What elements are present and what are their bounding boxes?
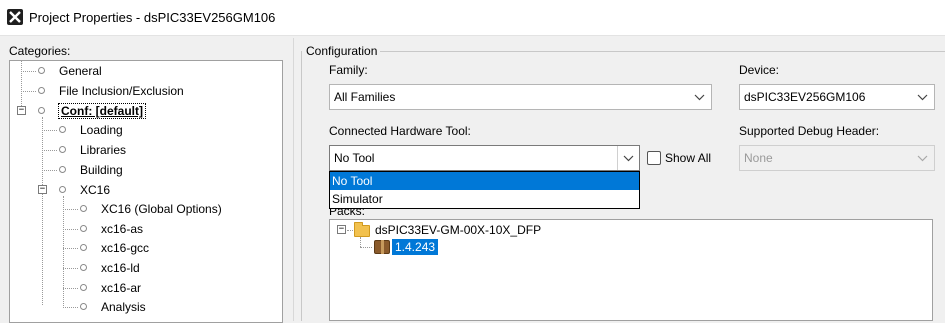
tree-guide-line xyxy=(360,237,361,247)
tree-node-bullet-icon xyxy=(59,146,66,153)
device-select-value: dsPIC33EV256GM106 xyxy=(744,90,866,104)
tree-guide-line xyxy=(63,268,78,269)
pack-name: dsPIC33EV-GM-00X-10X_DFP xyxy=(375,223,542,237)
tree-guide-line xyxy=(42,170,57,171)
tree-guide-line xyxy=(42,150,57,151)
collapse-icon[interactable]: − xyxy=(38,185,47,194)
packs-tree[interactable]: − dsPIC33EV-GM-00X-10X_DFP 1.4.243 xyxy=(329,219,933,321)
tree-item-label: xc16-gcc xyxy=(101,241,150,255)
hardware-tool-select[interactable]: No Tool xyxy=(329,145,640,171)
collapse-icon[interactable]: − xyxy=(17,106,26,115)
tree-item-analysis[interactable]: Analysis xyxy=(99,297,148,317)
tree-item-xc16[interactable]: XC16 xyxy=(78,180,112,200)
tree-item-libraries[interactable]: Libraries xyxy=(78,140,128,160)
chevron-down-icon xyxy=(917,146,928,178)
device-select[interactable]: dsPIC33EV256GM106 xyxy=(739,84,935,110)
hardware-tool-dropdown-list[interactable]: No Tool Simulator xyxy=(329,171,640,209)
collapse-icon[interactable]: − xyxy=(337,225,346,234)
tree-node-bullet-icon xyxy=(80,303,87,310)
show-all-label: Show All xyxy=(665,151,712,165)
tree-node-bullet-icon xyxy=(38,67,45,74)
tree-node-bullet-icon xyxy=(80,284,87,291)
tree-node-bullet-icon xyxy=(38,87,45,94)
tree-guide-line xyxy=(21,71,36,72)
tree-item-label: Libraries xyxy=(80,143,127,157)
tree-item-label: File Inclusion/Exclusion xyxy=(59,84,184,98)
tree-item-label: xc16-ar xyxy=(101,281,142,295)
tree-item-loading[interactable]: Loading xyxy=(78,120,125,140)
tree-node-bullet-icon xyxy=(38,107,45,114)
tree-node-bullet-icon xyxy=(59,166,66,173)
debug-header-select-value: None xyxy=(744,151,773,165)
dropdown-option-simulator[interactable]: Simulator xyxy=(330,190,639,208)
tree-item-xc16-global-options[interactable]: XC16 (Global Options) xyxy=(99,199,224,219)
categories-tree[interactable]: General File Inclusion/Exclusion − Conf:… xyxy=(9,60,283,323)
pack-version-item[interactable]: 1.4.243 xyxy=(392,239,439,255)
panel-splitter[interactable] xyxy=(293,38,294,321)
tree-node-bullet-icon xyxy=(59,126,66,133)
window-title: Project Properties - dsPIC33EV256GM106 xyxy=(29,10,276,25)
tree-node-bullet-icon xyxy=(59,186,66,193)
tree-item-label: Analysis xyxy=(101,300,146,314)
tree-guide-line xyxy=(42,117,43,305)
tree-guide-line xyxy=(42,130,57,131)
tree-node-bullet-icon xyxy=(80,205,87,212)
tree-item-label: xc16-ld xyxy=(101,261,140,275)
tree-node-bullet-icon xyxy=(80,225,87,232)
app-logo-icon xyxy=(7,9,23,25)
tree-node-bullet-icon xyxy=(80,244,87,251)
tree-item-label: General xyxy=(59,64,102,78)
pack-item[interactable]: dsPIC33EV-GM-00X-10X_DFP xyxy=(373,220,543,240)
tree-guide-line xyxy=(63,209,78,210)
tree-guide-line xyxy=(63,248,78,249)
family-label: Family: xyxy=(329,63,368,77)
tree-item-label: XC16 (Global Options) xyxy=(101,202,222,216)
tree-item-xc16-ar[interactable]: xc16-ar xyxy=(99,278,143,298)
tree-item-xc16-ld[interactable]: xc16-ld xyxy=(99,258,142,278)
package-icon xyxy=(374,240,390,254)
tree-item-file-inclusion[interactable]: File Inclusion/Exclusion xyxy=(57,81,186,101)
tree-item-label: Conf: [default] xyxy=(58,103,146,119)
family-select[interactable]: All Families xyxy=(329,84,712,110)
debug-header-label: Supported Debug Header: xyxy=(739,124,880,138)
tree-guide-line xyxy=(21,61,22,110)
tree-item-conf-default[interactable]: Conf: [default] xyxy=(58,101,146,121)
tree-guide-line xyxy=(347,230,353,231)
tree-item-label: XC16 xyxy=(80,183,111,197)
tree-guide-line xyxy=(63,196,64,308)
chevron-down-icon xyxy=(917,85,928,117)
show-all-checkbox[interactable] xyxy=(647,151,661,165)
device-label: Device: xyxy=(739,63,780,77)
tree-item-label: Building xyxy=(80,163,123,177)
categories-label: Categories: xyxy=(9,44,71,58)
tree-item-label: Loading xyxy=(80,123,123,137)
group-border xyxy=(301,51,302,321)
chevron-down-icon[interactable] xyxy=(617,146,639,170)
chevron-down-icon xyxy=(694,85,705,117)
tree-item-building[interactable]: Building xyxy=(78,160,125,180)
tree-item-label: xc16-as xyxy=(101,222,144,236)
group-border xyxy=(380,51,945,52)
debug-header-select[interactable]: None xyxy=(739,145,935,171)
hardware-tool-select-value: No Tool xyxy=(334,151,375,165)
tree-item-xc16-as[interactable]: xc16-as xyxy=(99,219,145,239)
tree-guide-line xyxy=(63,288,78,289)
tree-guide-line xyxy=(21,91,36,92)
family-select-value: All Families xyxy=(334,90,396,104)
tree-item-xc16-gcc[interactable]: xc16-gcc xyxy=(99,238,151,258)
tree-guide-line xyxy=(63,307,78,308)
tree-guide-line xyxy=(63,229,78,230)
hardware-tool-label: Connected Hardware Tool: xyxy=(329,124,471,138)
folder-icon xyxy=(354,222,370,237)
tree-item-general[interactable]: General xyxy=(57,61,104,81)
title-bar: Project Properties - dsPIC33EV256GM106 xyxy=(0,0,945,36)
tree-guide-line xyxy=(360,247,372,248)
dropdown-option-no-tool[interactable]: No Tool xyxy=(330,172,639,190)
configuration-group-label: Configuration xyxy=(306,44,378,58)
tree-node-bullet-icon xyxy=(80,264,87,271)
